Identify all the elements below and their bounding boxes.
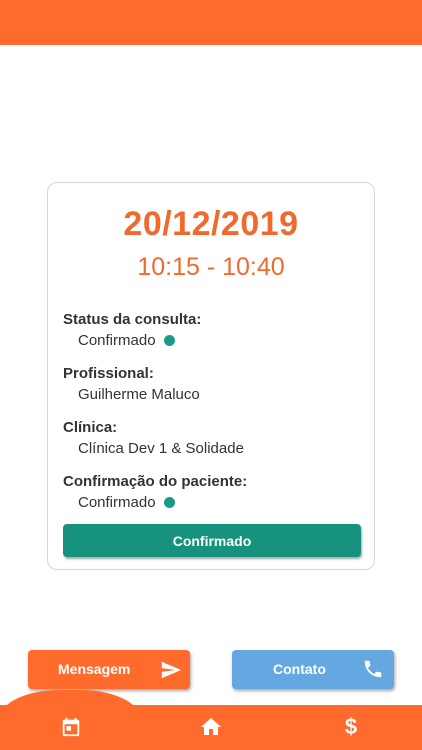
message-button[interactable]: Mensagem [28,650,190,689]
dollar-icon: $ [344,714,358,739]
calendar-icon [62,717,80,737]
patient-confirmation-text: Confirmado [78,494,156,511]
professional-value: Guilherme Maluco [78,386,200,403]
nav-dollar[interactable]: $ [338,714,364,740]
patient-confirmation-label: Confirmação do paciente: [63,473,248,490]
confirmation-dot-icon [163,497,175,508]
professional-label: Profissional: [63,365,154,382]
status-value: Confirmado [78,332,175,349]
appointment-date: 20/12/2019 [123,205,299,243]
appointment-time: 10:15 - 10:40 [137,253,285,281]
send-icon [161,661,182,679]
message-button-label: Mensagem [58,661,131,677]
patient-confirmation-value: Confirmado [78,494,175,511]
nav-home[interactable] [198,714,224,740]
contact-button-label: Contato [273,661,326,677]
status-dot-icon [163,335,175,346]
status-label: Status da consulta: [63,311,202,328]
appointment-card: 20/12/2019 10:15 - 10:40 Status da consu… [47,182,375,570]
confirmed-button[interactable]: Confirmado [63,524,361,557]
contact-button[interactable]: Contato [232,650,394,689]
status-value-text: Confirmado [78,332,156,349]
nav-calendar[interactable] [58,714,84,740]
clinic-label: Clínica: [63,419,118,436]
phone-icon [364,660,382,678]
top-app-bar [0,0,422,45]
home-icon [201,718,221,735]
clinic-value: Clínica Dev 1 & Solidade [78,440,244,457]
